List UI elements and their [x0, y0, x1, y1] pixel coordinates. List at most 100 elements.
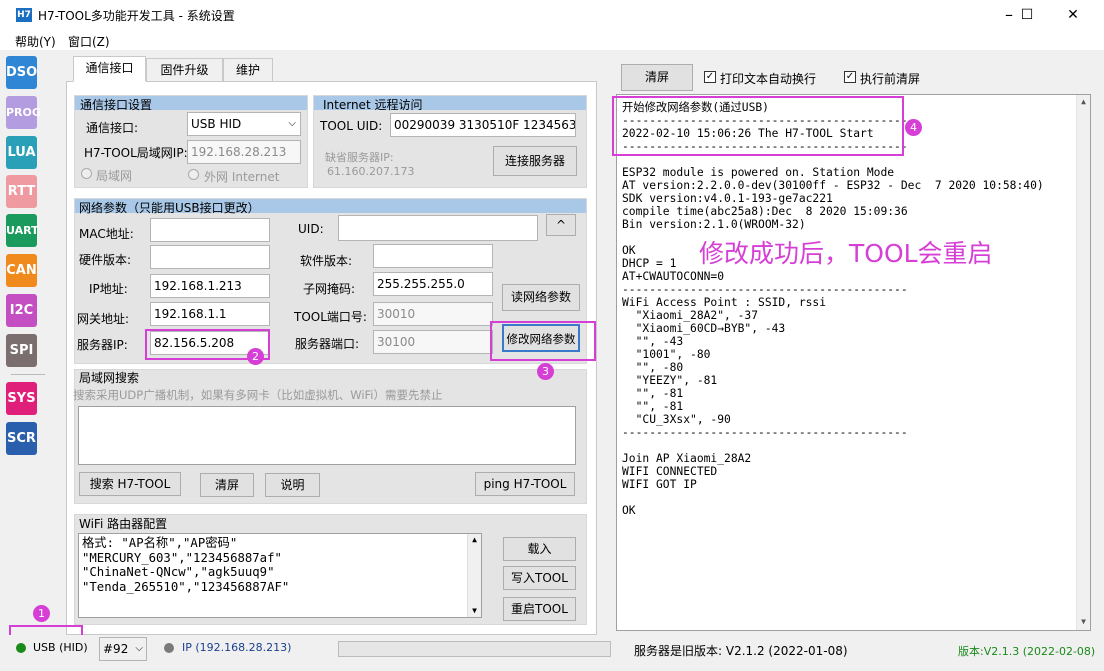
- menu-window[interactable]: 窗口(Z): [68, 33, 110, 50]
- scroll-down-icon[interactable]: ▼: [468, 605, 481, 617]
- ip-field[interactable]: 192.168.1.213: [150, 274, 270, 298]
- sw-version-label: 软件版本:: [300, 254, 353, 268]
- connect-server-button[interactable]: 连接服务器: [493, 146, 577, 176]
- chevron-down-icon: ⌵: [135, 643, 143, 654]
- reboot-tool-button[interactable]: 重启TOOL: [503, 597, 576, 621]
- gateway-label: 网关地址:: [77, 312, 130, 326]
- sidebar-scr-button[interactable]: SCR: [6, 422, 37, 455]
- tool-port-label: TOOL端口号:: [294, 310, 367, 324]
- comm-group-title: 通信接口设置: [80, 98, 153, 112]
- console-line: ESP32 module is powered on. Station Mode: [622, 166, 895, 179]
- server-port-label: 服务器端口:: [295, 337, 360, 351]
- load-wifi-button[interactable]: 载入: [503, 537, 576, 561]
- tab-maintain[interactable]: 维护: [223, 58, 273, 82]
- console-line: "1001", -80: [622, 348, 711, 361]
- write-wifi-button[interactable]: 写入TOOL: [503, 566, 576, 590]
- wrap-label: 打印文本自动换行: [720, 72, 817, 86]
- console-scrollbar[interactable]: ▲ ▼: [1076, 95, 1090, 630]
- console-line: AT+CWAUTOCONN=0: [622, 270, 725, 283]
- wifi-group-title: WiFi 路由器配置: [79, 517, 168, 531]
- scroll-up-icon[interactable]: ▲: [468, 534, 481, 546]
- ip-label: IP地址:: [89, 282, 128, 296]
- wifi-line: "Tenda_265510","123456887AF": [82, 579, 290, 594]
- uid-net-label: UID:: [298, 222, 324, 236]
- console-line: OK: [622, 504, 636, 517]
- console-line: WiFi Access Point : SSID, rssi: [622, 296, 827, 309]
- hw-version-label: 硬件版本:: [79, 253, 132, 267]
- console-line: Bin version:2.1.0(WROOM-32): [622, 218, 806, 231]
- lan-search-results[interactable]: [78, 406, 576, 465]
- close-button[interactable]: ✕: [1050, 0, 1096, 30]
- console-line: WIFI GOT IP: [622, 478, 697, 491]
- usb-status-dot: [16, 643, 26, 653]
- clear-before-label: 执行前清屏: [860, 72, 921, 86]
- title-bar: H7 H7-TOOL多功能开发工具 - 系统设置 – ☐ ✕: [0, 0, 1104, 30]
- wifi-scrollbar[interactable]: ▲ ▼: [467, 534, 481, 617]
- scroll-down-icon[interactable]: ▼: [1077, 615, 1090, 628]
- uid-expand-button[interactable]: ^: [546, 214, 576, 236]
- uid-field[interactable]: 00290039 3130510F 12345638: [390, 113, 576, 137]
- console-lines: 开始修改网络参数(通过USB) -------------------------…: [622, 101, 1044, 517]
- tool-port-field[interactable]: 30010: [373, 302, 493, 326]
- tab-firmware[interactable]: 固件升级: [146, 58, 223, 82]
- callout-box-4: [612, 96, 904, 156]
- sidebar-dso-button[interactable]: DSO: [6, 56, 37, 89]
- sidebar-lua-button[interactable]: LUA: [6, 136, 37, 169]
- callout-number-1: 1: [33, 605, 50, 622]
- sidebar-prog-button[interactable]: PROG: [6, 96, 41, 129]
- radio-lan[interactable]: [81, 168, 92, 179]
- window-title: H7-TOOL多功能开发工具 - 系统设置: [38, 9, 235, 23]
- port-select[interactable]: #92 ⌵: [99, 637, 147, 661]
- console-line: "Xiaomi_60CD→BYB", -43: [622, 322, 786, 335]
- clear-console-button[interactable]: 清屏: [621, 64, 693, 91]
- maximize-button[interactable]: ☐: [1004, 0, 1050, 30]
- wifi-config-text[interactable]: 格式: "AP名称","AP密码" "MERCURY_603","1234568…: [78, 533, 482, 618]
- console-line: "", -80: [622, 361, 684, 374]
- gateway-field[interactable]: 192.168.1.1: [150, 302, 270, 326]
- lan-search-hint: 搜索采用UDP广播机制，如果有多网卡（比如虚拟机、WiFi）需要先禁止: [73, 388, 443, 402]
- console-line: ----------------------------------------…: [622, 283, 908, 296]
- tab-comm[interactable]: 通信接口: [73, 56, 146, 82]
- usb-status: USB (HID): [33, 641, 88, 654]
- sidebar-rtt-button[interactable]: RTT: [6, 175, 37, 208]
- sidebar-divider: [11, 374, 45, 375]
- mask-label: 子网掩码:: [303, 282, 356, 296]
- radio-wan-label: 外网 Internet: [204, 170, 280, 184]
- sidebar-i2c-button[interactable]: I2C: [6, 294, 37, 327]
- sidebar-can-button[interactable]: CAN: [6, 254, 37, 287]
- server-port-field[interactable]: 30100: [373, 330, 493, 354]
- lan-ip-label: H7-TOOL局域网IP:: [84, 146, 188, 160]
- internet-group-title: Internet 远程访问: [323, 98, 423, 112]
- hw-version-field[interactable]: [150, 245, 270, 269]
- mask-field[interactable]: 255.255.255.0: [373, 272, 493, 296]
- ping-tool-button[interactable]: ping H7-TOOL: [475, 472, 575, 496]
- clear-before-checkbox[interactable]: ✓: [844, 71, 856, 83]
- uid-net-field[interactable]: [338, 215, 538, 241]
- clear-search-button[interactable]: 清屏: [200, 473, 254, 497]
- callout-box-3: [490, 321, 596, 361]
- sidebar-spi-button[interactable]: SPI: [6, 334, 37, 367]
- console-line: "YEEZY", -81: [622, 374, 718, 387]
- sidebar-uart-button[interactable]: UART: [6, 214, 39, 247]
- search-tool-button[interactable]: 搜索 H7-TOOL: [79, 472, 181, 496]
- mac-field[interactable]: [150, 218, 270, 242]
- iface-select[interactable]: USB HID ⌵: [187, 112, 301, 136]
- read-net-button[interactable]: 读网络参数: [502, 284, 580, 311]
- scroll-up-icon[interactable]: ▲: [1077, 95, 1090, 109]
- console-line: SDK version:v4.0.1-193-ge7ac221: [622, 192, 833, 205]
- menu-help[interactable]: 帮助(Y): [15, 33, 56, 50]
- radio-wan[interactable]: [188, 169, 199, 180]
- sw-version-field[interactable]: [373, 244, 493, 268]
- console-line: WIFI CONNECTED: [622, 465, 718, 478]
- console-line: ----------------------------------------…: [622, 426, 908, 439]
- sidebar-sys-button[interactable]: SYS: [6, 382, 37, 415]
- net-group-title: 网络参数（只能用USB接口更改）: [79, 201, 260, 215]
- console-output[interactable]: 开始修改网络参数(通过USB) -------------------------…: [616, 94, 1091, 631]
- lan-ip-field[interactable]: 192.168.28.213: [187, 140, 301, 164]
- wrap-checkbox[interactable]: ✓: [704, 71, 716, 83]
- help-button[interactable]: 说明: [265, 473, 320, 497]
- wifi-line: "ChinaNet-QNcw","agk5uuq9": [82, 565, 275, 579]
- check-icon: ✓: [705, 71, 715, 82]
